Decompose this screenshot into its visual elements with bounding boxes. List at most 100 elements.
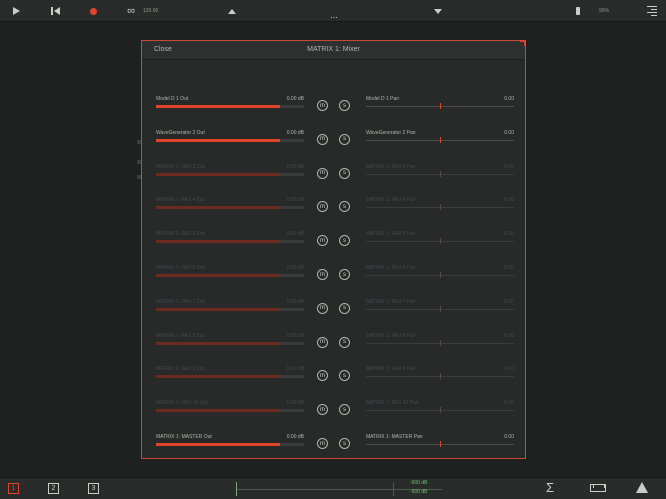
scroll-down-icon[interactable]: [431, 0, 445, 22]
channel-pan-label: MATRIX 1: FAU 6 Pan: [366, 265, 416, 271]
pan-knob[interactable]: [440, 103, 441, 109]
mute-button[interactable]: m: [317, 370, 328, 382]
pan-knob[interactable]: [440, 305, 441, 312]
mute-button[interactable]: m: [317, 100, 328, 111]
pan-knob[interactable]: [440, 272, 441, 278]
mute-button[interactable]: m: [317, 133, 328, 145]
mute-button[interactable]: m: [317, 438, 328, 449]
mute-button[interactable]: m: [317, 302, 328, 314]
pan-knob[interactable]: [440, 204, 441, 211]
pan-slider[interactable]: [366, 373, 514, 380]
volume-fill: [156, 409, 281, 413]
scroll-up-icon[interactable]: [225, 0, 239, 22]
pan-slider[interactable]: [366, 305, 514, 312]
solo-button[interactable]: s: [339, 269, 350, 280]
volume-fill: [156, 240, 281, 244]
volume-slider[interactable]: [156, 105, 304, 108]
solo-button[interactable]: s: [339, 133, 350, 145]
more-dots[interactable]: ...: [327, 4, 341, 26]
menu-icon[interactable]: [643, 0, 657, 22]
triangle-icon[interactable]: [636, 482, 648, 493]
channel-row: WaveGenerator 2 Out 0.00 dB m s WaveGenerato…: [142, 130, 525, 150]
pan-knob[interactable]: [440, 407, 441, 414]
solo-button[interactable]: s: [339, 370, 350, 382]
mute-button[interactable]: m: [317, 235, 328, 247]
solo-button[interactable]: s: [339, 438, 350, 449]
pan-knob[interactable]: [440, 373, 441, 380]
mute-button[interactable]: m: [317, 269, 328, 280]
volume-slider[interactable]: [156, 172, 304, 176]
channel-out-label: MATRIX 1: FAU 7 Out: [156, 298, 205, 305]
channel-pan-label: MATRIX 1: FAU 8 Pan: [366, 332, 416, 339]
channel-pan-value: 0.00: [504, 197, 514, 204]
pan-slider[interactable]: [366, 136, 514, 143]
channel-pan-label: MATRIX 1: FAU 9 Pan: [366, 366, 416, 373]
channel-out-db: 0.00 dB: [286, 366, 304, 373]
record-icon[interactable]: [86, 0, 100, 22]
solo-button[interactable]: s: [339, 404, 350, 416]
channel-pan-value: 0.00: [504, 434, 514, 440]
channel-out-db: 0.00 dB: [286, 298, 304, 305]
volume-fill: [156, 307, 281, 311]
channel-out-db: 0.00 dB: [286, 265, 304, 271]
volume-fill: [156, 341, 281, 345]
channel-pan-label: WaveGenerator 2 Pan: [366, 129, 416, 136]
pan-slider[interactable]: [366, 170, 514, 177]
volume-slider[interactable]: [156, 443, 304, 446]
channel-out-db: 0.00 dB: [286, 197, 304, 204]
link-icon[interactable]: ∞: [123, 0, 139, 22]
channel-pan-value: 0.00: [504, 231, 514, 238]
pan-slider[interactable]: [366, 272, 514, 278]
pan-knob[interactable]: [440, 238, 441, 245]
channel-out-label: MATRIX 1: FAU 3 Out: [156, 163, 205, 170]
pan-slider[interactable]: [366, 238, 514, 245]
volume-slider[interactable]: [156, 206, 304, 210]
mute-button[interactable]: m: [317, 201, 328, 213]
sum-icon[interactable]: Σ: [546, 480, 554, 495]
volume-slider[interactable]: [156, 409, 304, 413]
ruler-icon[interactable]: [590, 484, 606, 492]
volume-slider[interactable]: [156, 307, 304, 311]
page-1-button[interactable]: 1: [8, 483, 19, 494]
resize-corner[interactable]: [520, 40, 526, 46]
play-icon[interactable]: [8, 0, 24, 22]
solo-button[interactable]: s: [339, 100, 350, 111]
solo-button[interactable]: s: [339, 302, 350, 314]
mixer-panel: Close MATRIX 1: Mixer Model D 1 Out 0.00 …: [141, 40, 526, 459]
channel-row: MATRIX 1: FAU 5 Out 0.00 dB m s MATRIX 1: FA…: [142, 231, 525, 251]
channel-out-db: 0.00 dB: [286, 96, 304, 102]
volume-slider[interactable]: [156, 138, 304, 142]
mute-button[interactable]: m: [317, 336, 328, 348]
tempo-readout[interactable]: 120.00: [143, 0, 167, 22]
pan-slider[interactable]: [366, 407, 514, 414]
solo-button[interactable]: s: [339, 201, 350, 213]
channel-out-label: MATRIX 1: FAU 9 Out: [156, 366, 205, 373]
pan-knob[interactable]: [440, 136, 441, 143]
pan-slider[interactable]: [366, 441, 514, 447]
pan-slider[interactable]: [366, 204, 514, 211]
mute-button[interactable]: m: [317, 167, 328, 179]
page-2-button[interactable]: 2: [48, 483, 59, 494]
pan-knob[interactable]: [440, 441, 441, 447]
volume-slider[interactable]: [156, 341, 304, 345]
channel-out-db: 0.00 dB: [286, 163, 304, 170]
solo-button[interactable]: s: [339, 336, 350, 348]
volume-slider[interactable]: [156, 375, 304, 379]
mute-button[interactable]: m: [317, 404, 328, 416]
channel-row: MATRIX 1: FAU 3 Out 0.00 dB m s MATRIX 1: FA…: [142, 164, 525, 184]
page-3-button[interactable]: 3: [88, 483, 99, 494]
meter-value-2: -900 dB: [410, 489, 428, 495]
channel-out-label: MATRIX 1: FAU 4 Out: [156, 197, 205, 204]
channel-pan-label: Model D 1 Pan: [366, 96, 400, 102]
pan-slider[interactable]: [366, 339, 514, 346]
pan-knob[interactable]: [440, 170, 441, 177]
solo-button[interactable]: s: [339, 235, 350, 247]
pan-slider[interactable]: [366, 103, 514, 109]
volume-slider[interactable]: [156, 240, 304, 244]
channel-out-label: WaveGenerator 2 Out: [156, 129, 205, 136]
volume-slider[interactable]: [156, 274, 304, 277]
volume-fill: [156, 206, 281, 210]
rewind-to-start-icon[interactable]: [47, 0, 63, 22]
pan-knob[interactable]: [440, 339, 441, 346]
solo-button[interactable]: s: [339, 167, 350, 179]
